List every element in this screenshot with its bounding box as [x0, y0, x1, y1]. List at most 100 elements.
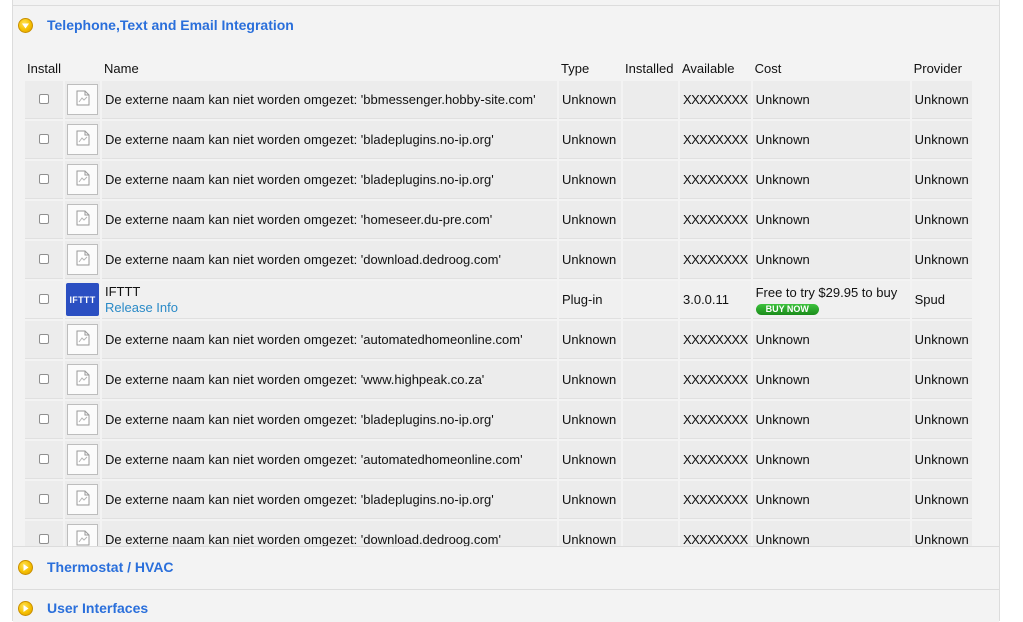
install-checkbox[interactable] — [39, 454, 49, 464]
install-cell — [25, 361, 63, 399]
available-cell: XXXXXXXX — [680, 81, 751, 119]
name-cell: De externe naam kan niet worden omgezet:… — [102, 481, 557, 519]
plugin-image-cell: IFTTT — [65, 281, 100, 319]
section-user-interfaces: User Interfaces — [13, 589, 999, 622]
provider-cell: Unknown — [911, 361, 972, 399]
provider-cell: Unknown — [911, 201, 972, 239]
install-checkbox[interactable] — [39, 414, 49, 424]
name-cell: De externe naam kan niet worden omgezet:… — [102, 321, 557, 359]
cost-cell: Free to try $29.95 to buy BUY NOW — [752, 281, 910, 319]
name-cell: De externe naam kan niet worden omgezet:… — [102, 161, 557, 199]
cost-cell: Unknown — [752, 241, 910, 279]
provider-cell: Unknown — [911, 81, 972, 119]
available-cell: XXXXXXXX — [680, 121, 751, 159]
install-checkbox[interactable] — [39, 494, 49, 504]
cost-cell: Unknown — [752, 361, 910, 399]
broken-image-icon — [67, 444, 98, 475]
broken-image-icon — [67, 324, 98, 355]
type-cell: Unknown — [559, 121, 621, 159]
table-row: De externe naam kan niet worden omgezet:… — [25, 81, 972, 119]
plugin-image-cell — [65, 321, 100, 359]
install-cell — [25, 161, 63, 199]
name-cell: De externe naam kan niet worden omgezet:… — [102, 401, 557, 439]
section-title: User Interfaces — [47, 600, 149, 616]
cost-cell: Unknown — [752, 401, 910, 439]
available-cell: XXXXXXXX — [680, 321, 751, 359]
name-cell: De externe naam kan niet worden omgezet:… — [102, 201, 557, 239]
install-checkbox[interactable] — [39, 134, 49, 144]
provider-cell: Unknown — [911, 321, 972, 359]
plugin-image-cell — [65, 441, 100, 479]
section-header-telephone[interactable]: Telephone,Text and Email Integration — [18, 14, 294, 36]
name-cell: De externe naam kan niet worden omgezet:… — [102, 241, 557, 279]
plugin-image-cell — [65, 201, 100, 239]
provider-cell: Unknown — [911, 161, 972, 199]
table-row: De externe naam kan niet worden omgezet:… — [25, 361, 972, 399]
cost-cell: Unknown — [752, 321, 910, 359]
col-header-available: Available — [682, 61, 735, 76]
table-row: De externe naam kan niet worden omgezet:… — [25, 201, 972, 239]
provider-cell: Unknown — [911, 121, 972, 159]
install-cell — [25, 481, 63, 519]
install-cell — [25, 441, 63, 479]
table-row: IFTTT IFTTT Release Info Plug-in 3.0.0.11 Fre… — [25, 281, 972, 319]
available-cell: XXXXXXXX — [680, 441, 751, 479]
table-row: De externe naam kan niet worden omgezet:… — [25, 321, 972, 359]
available-cell: XXXXXXXX — [680, 241, 751, 279]
name-cell: De externe naam kan niet worden omgezet:… — [102, 81, 557, 119]
broken-image-icon — [67, 124, 98, 155]
install-checkbox[interactable] — [39, 534, 49, 544]
table-row: De externe naam kan niet worden omgezet:… — [25, 481, 972, 519]
section-header-user-interfaces[interactable]: User Interfaces — [18, 597, 148, 619]
install-checkbox[interactable] — [39, 294, 49, 304]
type-cell: Unknown — [559, 481, 621, 519]
install-cell — [25, 281, 63, 319]
table-header-row: Install Name Type Installed Available Co… — [25, 60, 972, 79]
arrow-down-icon — [18, 17, 33, 33]
arrow-right-icon — [18, 600, 33, 616]
available-cell: XXXXXXXX — [680, 401, 751, 439]
table-row: De externe naam kan niet worden omgezet:… — [25, 441, 972, 479]
provider-cell: Unknown — [911, 241, 972, 279]
available-cell: XXXXXXXX — [680, 161, 751, 199]
col-header-cost: Cost — [754, 61, 782, 76]
installed-cell — [623, 361, 678, 399]
install-checkbox[interactable] — [39, 214, 49, 224]
install-checkbox[interactable] — [39, 174, 49, 184]
provider-cell: Unknown — [911, 441, 972, 479]
install-checkbox[interactable] — [39, 374, 49, 384]
section-thermostat: Thermostat / HVAC — [13, 546, 999, 589]
section-title: Thermostat / HVAC — [47, 559, 174, 575]
arrow-right-icon — [18, 559, 33, 575]
install-cell — [25, 81, 63, 119]
col-header-name: Name — [104, 61, 139, 76]
available-cell: XXXXXXXX — [680, 201, 751, 239]
install-cell — [25, 401, 63, 439]
install-cell — [25, 121, 63, 159]
broken-image-icon — [67, 84, 98, 115]
broken-image-icon — [67, 364, 98, 395]
provider-cell: Unknown — [911, 481, 972, 519]
cost-cell: Unknown — [752, 81, 910, 119]
type-cell: Unknown — [559, 441, 621, 479]
name-cell: De externe naam kan niet worden omgezet:… — [102, 441, 557, 479]
type-cell: Unknown — [559, 81, 621, 119]
broken-image-icon — [67, 484, 98, 515]
col-header-image — [65, 60, 100, 79]
type-cell: Plug-in — [559, 281, 621, 319]
install-checkbox[interactable] — [39, 254, 49, 264]
plugin-image-cell — [65, 241, 100, 279]
section-header-thermostat[interactable]: Thermostat / HVAC — [18, 556, 174, 578]
plugin-image-cell — [65, 481, 100, 519]
buy-now-button[interactable]: BUY NOW — [755, 303, 819, 315]
broken-image-icon — [67, 244, 98, 275]
release-info-link[interactable]: Release Info — [105, 300, 554, 316]
section-telephone: Telephone,Text and Email Integration Ins… — [13, 5, 999, 559]
cost-cell: Unknown — [752, 441, 910, 479]
col-header-install: Install — [27, 61, 61, 76]
install-checkbox[interactable] — [39, 94, 49, 104]
name-cell: De externe naam kan niet worden omgezet:… — [102, 361, 557, 399]
installed-cell — [623, 401, 678, 439]
install-checkbox[interactable] — [39, 334, 49, 344]
installed-cell — [623, 321, 678, 359]
